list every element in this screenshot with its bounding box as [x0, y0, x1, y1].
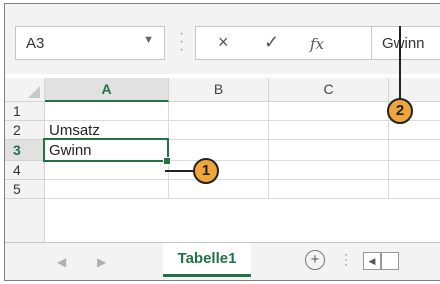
select-all-triangle-icon: [28, 86, 40, 98]
prev-sheet-icon[interactable]: ◀: [57, 255, 66, 269]
add-sheet-icon[interactable]: +: [305, 250, 325, 270]
cell-a1[interactable]: [45, 102, 169, 121]
enter-icon[interactable]: ✓: [264, 32, 279, 53]
column-header-c[interactable]: C: [269, 78, 389, 102]
cancel-icon[interactable]: ×: [218, 32, 229, 53]
excel-window: A3 ▼ · · · × ✓ fx Gwinn A B C 1 2 3 4 5 Um…: [4, 3, 440, 281]
drag-handle-icon[interactable]: · · ·: [179, 26, 184, 58]
callout-1-line: [165, 170, 193, 172]
row-header-2[interactable]: 2: [5, 121, 45, 140]
insert-function-icon[interactable]: fx: [310, 35, 324, 53]
cell-c2[interactable]: [269, 121, 389, 140]
cell-b1[interactable]: [169, 102, 269, 121]
cell-a5[interactable]: [45, 180, 169, 199]
formula-input[interactable]: Gwinn: [371, 26, 440, 60]
select-all-corner[interactable]: [5, 78, 45, 102]
column-header-b[interactable]: B: [169, 78, 269, 102]
cell-d3[interactable]: [389, 140, 440, 161]
row-header-5[interactable]: 5: [5, 180, 45, 199]
formula-bar: A3 ▼ · · · × ✓ fx Gwinn: [5, 4, 440, 74]
row-header-4[interactable]: 4: [5, 161, 45, 180]
row-header-1[interactable]: 1: [5, 102, 45, 121]
cell-d2[interactable]: [389, 121, 440, 140]
cell-c5[interactable]: [269, 180, 389, 199]
cell-b5[interactable]: [169, 180, 269, 199]
callout-2-badge: 2: [387, 98, 413, 124]
cell-c3[interactable]: [269, 140, 389, 161]
cell-c1[interactable]: [269, 102, 389, 121]
column-header-a[interactable]: A: [45, 78, 169, 102]
callout-1-badge: 1: [193, 158, 219, 184]
cell-b2[interactable]: [169, 121, 269, 140]
next-sheet-icon[interactable]: ▶: [97, 255, 106, 269]
cell-d4[interactable]: [389, 161, 440, 180]
active-cell-border: [43, 138, 169, 162]
formula-buttons: × ✓ fx: [195, 26, 371, 60]
chevron-down-icon[interactable]: ▼: [143, 34, 154, 46]
sheet-tab-tabelle1[interactable]: Tabelle1: [163, 243, 251, 277]
row-header-6-partial: [5, 199, 45, 242]
cell-a4[interactable]: [45, 161, 169, 180]
fill-handle[interactable]: [163, 157, 171, 165]
sheet-tab-bar: ◀ ▶ Tabelle1 + ⋮ ◀: [5, 242, 440, 280]
scroll-left-icon[interactable]: ◀: [363, 252, 381, 270]
formula-input-value: Gwinn: [382, 35, 425, 52]
cell-c4[interactable]: [269, 161, 389, 180]
tab-splitter-icon[interactable]: ⋮: [339, 251, 353, 268]
cell-d5[interactable]: [389, 180, 440, 199]
name-box[interactable]: A3 ▼: [15, 26, 165, 60]
cell-b3[interactable]: [169, 140, 269, 161]
name-box-value: A3: [26, 35, 45, 52]
row-header-3[interactable]: 3: [5, 140, 45, 161]
scroll-track[interactable]: [381, 252, 399, 270]
